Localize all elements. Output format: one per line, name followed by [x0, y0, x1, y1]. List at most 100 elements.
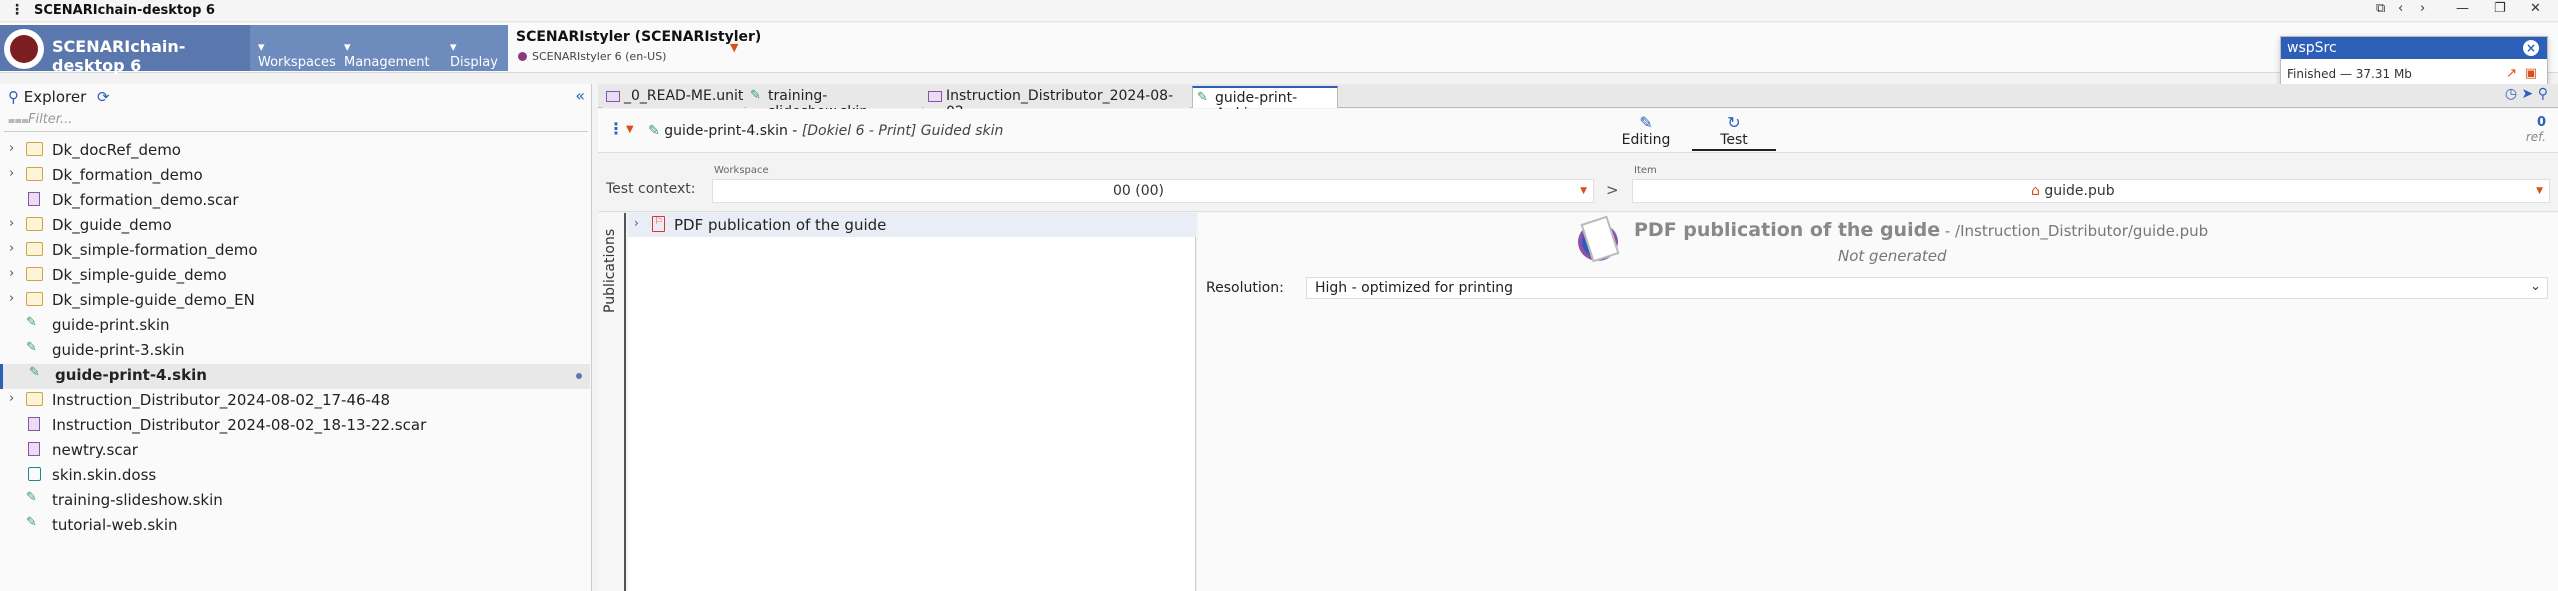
workspace-select[interactable]: 00 (00) ▼ — [712, 179, 1594, 203]
tree-item-label: skin.skin.doss — [52, 466, 157, 484]
publication-item[interactable]: › ⚐ PDF publication of the guide — [628, 213, 1196, 237]
menu-workspaces[interactable]: Workspaces ▾ — [258, 40, 336, 70]
tree-item[interactable]: Instruction_Distributor_2024-08-02_18-13… — [0, 414, 590, 439]
tree-item[interactable]: newtry.scar — [0, 439, 590, 464]
ref-counter[interactable]: 0 ref. — [2526, 115, 2546, 144]
folder-icon — [26, 292, 43, 306]
pencil-icon: ✎ — [1639, 113, 1653, 132]
open-link-icon[interactable]: ↗ — [2506, 66, 2517, 81]
unit-icon — [928, 91, 942, 102]
history-icon[interactable]: ◷ ➤ ⚲ — [2505, 86, 2548, 102]
mode-test[interactable]: ↻ Test — [1692, 111, 1776, 151]
styler-info[interactable]: SCENARIstyler (SCENARIstyler) SCENARIsty… — [516, 29, 761, 63]
tree-item-label: Instruction_Distributor_2024-08-02_18-13… — [52, 416, 427, 434]
app-header: SCENARIchain-desktop 6 Workspaces ▾ Mana… — [0, 23, 2558, 75]
window-menu-icon[interactable]: ⋮ — [10, 2, 24, 18]
chevron-down-icon: ▼ — [2536, 186, 2543, 196]
notification-header: wspSrc × — [2281, 37, 2547, 59]
app-logo-icon — [4, 29, 44, 69]
refresh-icon[interactable]: ⟳ — [97, 88, 110, 106]
chevron-right-icon[interactable]: › — [9, 266, 14, 281]
tree-item[interactable]: › Dk_docRef_demo — [0, 139, 590, 164]
unit-icon — [606, 91, 620, 102]
chevron-right-icon[interactable]: › — [634, 216, 639, 230]
close-button[interactable]: ✕ — [2530, 1, 2541, 16]
window-pin-icon[interactable]: ⧉ — [2376, 1, 2385, 16]
tree-item[interactable]: › Dk_simple-guide_demo — [0, 264, 590, 289]
collapse-panel-icon[interactable]: « — [575, 86, 585, 105]
pub-icon: ⌂ — [2031, 183, 2040, 199]
chevron-down-icon: ⌄ — [2530, 279, 2541, 294]
menu-management[interactable]: Management ▾ — [344, 40, 430, 70]
chevron-right-icon[interactable]: › — [9, 391, 14, 406]
window-forward-icon[interactable]: › — [2420, 1, 2425, 16]
folder-icon — [26, 167, 43, 181]
notification-status: Finished — 37.31 Mb — [2287, 67, 2412, 81]
tree-item[interactable]: Dk_formation_demo.scar — [0, 189, 590, 214]
minimize-button[interactable]: — — [2456, 1, 2469, 16]
tree-item-label: Dk_simple-guide_demo_EN — [52, 291, 255, 309]
editor-menu-icon[interactable]: ⋮ — [608, 119, 624, 138]
chevron-down-icon: ▼ — [1580, 186, 1587, 196]
chevron-right-icon[interactable]: › — [9, 166, 14, 181]
modified-indicator — [576, 373, 582, 379]
filter-input[interactable]: ⩶ Filter... — [4, 112, 588, 132]
chevron-right-icon[interactable]: › — [9, 291, 14, 306]
chevron-right-icon[interactable]: › — [9, 141, 14, 156]
styler-title: SCENARIstyler (SCENARIstyler) — [516, 29, 762, 45]
resolution-label: Resolution: — [1206, 280, 1284, 296]
publications-sidetab[interactable]: Publications — [598, 213, 626, 591]
test-context-label: Test context: — [606, 181, 696, 197]
resolution-select[interactable]: High - optimized for printing ⌄ — [1306, 277, 2548, 299]
restore-button[interactable]: ❐ — [2494, 1, 2506, 16]
filter-icon: ⩶ — [8, 113, 29, 127]
tab-training-slideshow[interactable]: ✎ training-slideshow.skin — [746, 86, 922, 120]
archive-icon — [28, 192, 40, 206]
chevron-right-icon[interactable]: › — [9, 241, 14, 256]
folder-open-icon[interactable]: ▣ — [2525, 66, 2537, 81]
tree-item[interactable]: ✎ training-slideshow.skin — [0, 489, 590, 514]
editor-tabs: _0_READ-ME.unit ✎ training-slideshow.ski… — [598, 84, 2558, 122]
tree-item[interactable]: › Dk_formation_demo — [0, 164, 590, 189]
explorer-icon: ⚲ — [8, 88, 19, 106]
tree-item[interactable]: › Instruction_Distributor_2024-08-02_17-4… — [0, 389, 590, 414]
chevron-down-icon[interactable]: ▼ — [730, 41, 738, 54]
tree-item-label: Dk_guide_demo — [52, 216, 172, 234]
chevron-down-icon[interactable]: ▼ — [626, 124, 634, 135]
menu-display[interactable]: Display ▾ — [450, 40, 498, 70]
tree-item[interactable]: skin.skin.doss — [0, 464, 590, 489]
skin-icon: ✎ — [750, 88, 761, 103]
editor-subtitle: [Dokiel 6 - Print] Guided skin — [801, 123, 1004, 139]
publication-title: PDF publication of the guide - /Instruct… — [1634, 219, 2209, 241]
window-back-icon[interactable]: ‹ — [2398, 1, 2403, 16]
tree-item[interactable]: ✎ guide-print.skin — [0, 314, 590, 339]
tree-item-label: Dk_simple-formation_demo — [52, 241, 258, 259]
main-menu: Workspaces ▾ Management ▾ Display ▾ — [250, 25, 508, 71]
publication-tree: › ⚐ PDF publication of the guide — [628, 213, 1196, 591]
folder-icon — [26, 242, 43, 256]
app-brand[interactable]: SCENARIchain-desktop 6 — [0, 25, 250, 75]
tree-item-label: Dk_formation_demo.scar — [52, 191, 239, 209]
tree-item[interactable]: › Dk_simple-guide_demo_EN — [0, 289, 590, 314]
item-select[interactable]: ⌂ guide.pub ▼ — [1632, 179, 2550, 203]
tab-readme[interactable]: _0_READ-ME.unit — [602, 86, 744, 108]
close-icon[interactable]: × — [2523, 40, 2539, 56]
tab-instruction-distributor[interactable]: Instruction_Distributor_2024-08-02_... — [924, 86, 1190, 120]
chevron-right-icon[interactable]: › — [9, 216, 14, 231]
archive-icon — [28, 442, 40, 456]
tree-item[interactable]: › Dk_guide_demo — [0, 214, 590, 239]
skin-icon: ✎ — [1197, 90, 1208, 105]
tree-item[interactable]: ✎ tutorial-web.skin — [0, 514, 590, 539]
tree-item[interactable]: › Dk_simple-formation_demo — [0, 239, 590, 264]
workspace-label: Workspace — [714, 165, 769, 176]
mode-editing[interactable]: ✎ Editing — [1604, 111, 1688, 151]
tab-guide-print-4[interactable]: ✎ guide-print-4.skin — [1192, 86, 1338, 122]
tree-item[interactable]: ✎ guide-print-4.skin — [0, 364, 590, 389]
tree-item[interactable]: ✎ guide-print-3.skin — [0, 339, 590, 364]
doss-icon — [28, 467, 41, 481]
tree-item-label: guide-print.skin — [52, 316, 170, 334]
explorer-title: Explorer — [23, 88, 87, 106]
tree-item-label: Dk_simple-guide_demo — [52, 266, 227, 284]
tree-item-label: Dk_docRef_demo — [52, 141, 181, 159]
tree-item-label: tutorial-web.skin — [52, 516, 178, 534]
